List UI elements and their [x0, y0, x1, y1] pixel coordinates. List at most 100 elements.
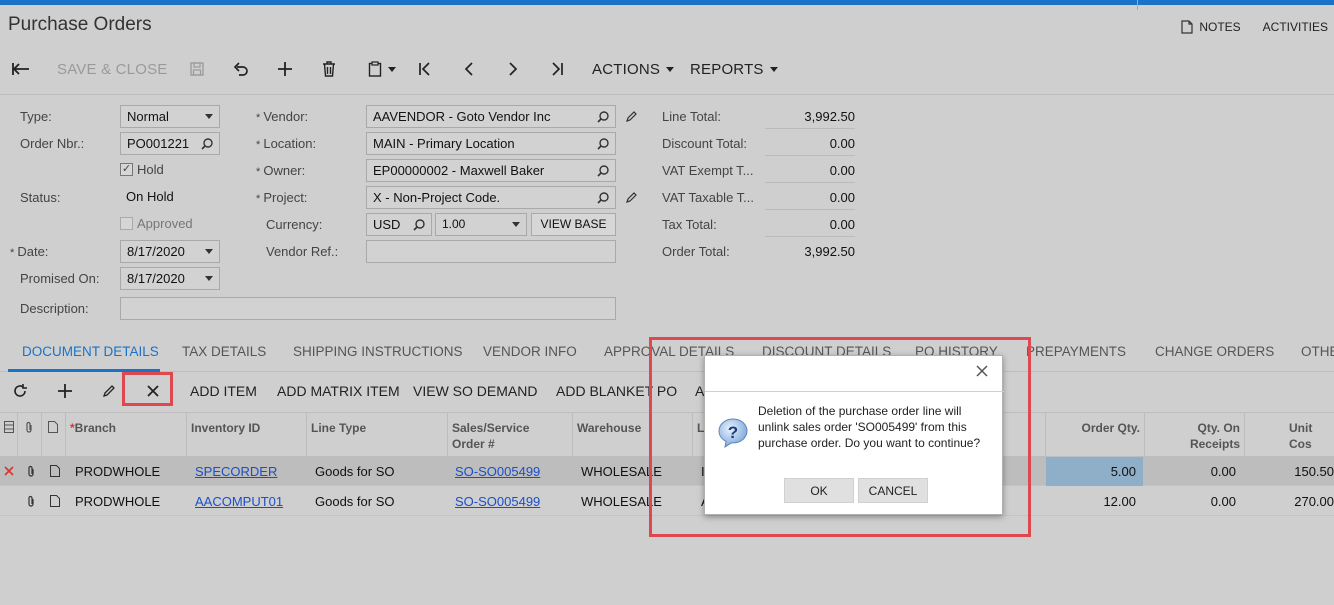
undo-button[interactable]	[230, 54, 252, 84]
description-label: Description:	[20, 301, 89, 316]
attachment-icon[interactable]	[26, 465, 36, 478]
tax-total-label: Tax Total:	[662, 217, 717, 232]
add-matrix-item-button[interactable]: ADD MATRIX ITEM	[277, 375, 400, 407]
column-separator	[306, 413, 307, 458]
approved-checkbox[interactable]: Approved	[120, 216, 193, 231]
unit-cost-cell[interactable]: 150.50	[1245, 464, 1334, 479]
previous-record-button[interactable]	[458, 54, 480, 84]
currency-rate-select[interactable]: 1.00	[435, 213, 527, 236]
qty-on-receipts-header[interactable]: Qty. On Receipts	[1145, 420, 1240, 452]
search-icon[interactable]	[597, 138, 609, 150]
search-icon[interactable]	[597, 192, 609, 204]
save-button[interactable]	[187, 54, 207, 84]
date-field[interactable]: 8/17/2020	[120, 240, 220, 263]
edit-row-button[interactable]	[102, 375, 116, 407]
add-item-button[interactable]: ADD ITEM	[190, 375, 257, 407]
hold-checkbox[interactable]: ✓ Hold	[120, 162, 164, 177]
attachment-icon[interactable]	[26, 495, 36, 508]
column-settings-icon[interactable]	[4, 421, 14, 433]
sales-order-header[interactable]: Sales/Service Order #	[452, 420, 529, 452]
vendor-ref-field[interactable]	[366, 240, 616, 263]
location-field[interactable]: MAIN - Primary Location	[366, 132, 616, 155]
delete-button[interactable]	[318, 54, 340, 84]
tab-other[interactable]: OTHE	[1301, 344, 1334, 359]
last-record-button[interactable]	[546, 54, 568, 84]
save-close-button[interactable]: SAVE & CLOSE	[57, 54, 168, 84]
main-toolbar: SAVE & CLOSE ACTIONS REPORTS	[0, 54, 1334, 84]
caret-down-icon	[388, 66, 396, 72]
back-button[interactable]	[8, 54, 34, 84]
order-nbr-field[interactable]: PO001221	[120, 132, 220, 155]
approved-label: Approved	[137, 216, 193, 231]
add-button[interactable]	[274, 54, 296, 84]
view-base-button[interactable]: VIEW BASE	[531, 213, 616, 236]
warehouse-header[interactable]: Warehouse	[577, 420, 641, 436]
inventory-id-link[interactable]: AACOMPUT01	[195, 494, 283, 509]
activities-label: ACTIVITIES	[1262, 20, 1328, 34]
next-record-button[interactable]	[502, 54, 524, 84]
caret-down-icon	[666, 66, 675, 72]
line-type-header[interactable]: Line Type	[311, 420, 366, 436]
line-total-label: Line Total:	[662, 109, 722, 124]
top-accent-bar	[0, 0, 1334, 5]
tab-tax-details[interactable]: TAX DETAILS	[182, 344, 266, 359]
unit-cost-header[interactable]: Unit Cos	[1289, 420, 1334, 452]
search-icon[interactable]	[597, 111, 609, 123]
pencil-icon[interactable]	[625, 110, 638, 123]
type-select[interactable]: Normal	[120, 105, 220, 128]
pencil-icon[interactable]	[625, 191, 638, 204]
project-field[interactable]: X - Non-Project Code.	[366, 186, 616, 209]
activities-button[interactable]: ACTIVITIES	[1263, 20, 1328, 34]
tab-change-orders[interactable]: CHANGE ORDERS	[1155, 344, 1274, 359]
inventory-id-link[interactable]: SPECORDER	[195, 464, 277, 479]
type-value: Normal	[127, 109, 169, 124]
notes-button[interactable]: NOTES	[1181, 20, 1241, 34]
view-so-demand-button[interactable]: VIEW SO DEMAND	[413, 375, 537, 407]
note-icon[interactable]	[50, 495, 60, 507]
order-total-value: 3,992.50	[804, 244, 855, 259]
search-icon[interactable]	[201, 138, 213, 150]
dialog-divider	[705, 391, 1004, 392]
search-icon[interactable]	[597, 165, 609, 177]
vendor-value: AAVENDOR - Goto Vendor Inc	[373, 109, 551, 124]
description-field[interactable]	[120, 297, 616, 320]
reports-menu[interactable]: REPORTS	[690, 54, 778, 84]
add-row-button[interactable]	[57, 375, 73, 407]
actions-menu[interactable]: ACTIONS	[592, 54, 675, 84]
vendor-field[interactable]: AAVENDOR - Goto Vendor Inc	[366, 105, 616, 128]
actions-label: ACTIONS	[592, 60, 661, 78]
sales-order-link[interactable]: SO-SO005499	[455, 494, 540, 509]
copy-paste-menu[interactable]	[362, 54, 402, 84]
checkbox-icon	[120, 217, 133, 230]
currency-field[interactable]: USD	[366, 213, 432, 236]
note-icon[interactable]	[50, 465, 60, 477]
promised-on-field[interactable]: 8/17/2020	[120, 267, 220, 290]
order-qty-cell[interactable]: 5.00	[1046, 464, 1136, 479]
branch-header[interactable]: *Branch	[70, 420, 116, 436]
search-icon[interactable]	[413, 219, 425, 231]
tab-vendor-info[interactable]: VENDOR INFO	[483, 344, 577, 359]
ok-button[interactable]: OK	[784, 478, 854, 503]
cancel-button[interactable]: CANCEL	[858, 478, 928, 503]
line-type-cell[interactable]: Goods for SO	[315, 494, 394, 509]
sales-order-link[interactable]: SO-SO005499	[455, 464, 540, 479]
refresh-button[interactable]	[12, 375, 28, 407]
tab-shipping-instructions[interactable]: SHIPPING INSTRUCTIONS	[293, 344, 463, 359]
reports-label: REPORTS	[690, 60, 764, 78]
tab-document-details[interactable]: DOCUMENT DETAILS	[22, 344, 159, 359]
first-record-button[interactable]	[414, 54, 436, 84]
branch-cell[interactable]: PRODWHOLE	[75, 464, 160, 479]
branch-cell[interactable]: PRODWHOLE	[75, 494, 160, 509]
delete-row-highlight-frame	[122, 372, 173, 406]
line-type-cell[interactable]: Goods for SO	[315, 464, 394, 479]
owner-field[interactable]: EP00000002 - Maxwell Baker	[366, 159, 616, 182]
tab-prepayments[interactable]: PREPAYMENTS	[1026, 344, 1126, 359]
inventory-id-header[interactable]: Inventory ID	[191, 420, 260, 436]
unit-cost-cell[interactable]: 270.00	[1245, 494, 1334, 509]
order-nbr-value: PO001221	[127, 136, 190, 151]
order-qty-header[interactable]: Order Qty.	[1046, 420, 1140, 436]
order-qty-cell[interactable]: 12.00	[1046, 494, 1136, 509]
currency-label: Currency:	[266, 217, 323, 232]
discount-total-value: 0.00	[765, 136, 855, 156]
close-dialog-button[interactable]	[976, 364, 988, 382]
